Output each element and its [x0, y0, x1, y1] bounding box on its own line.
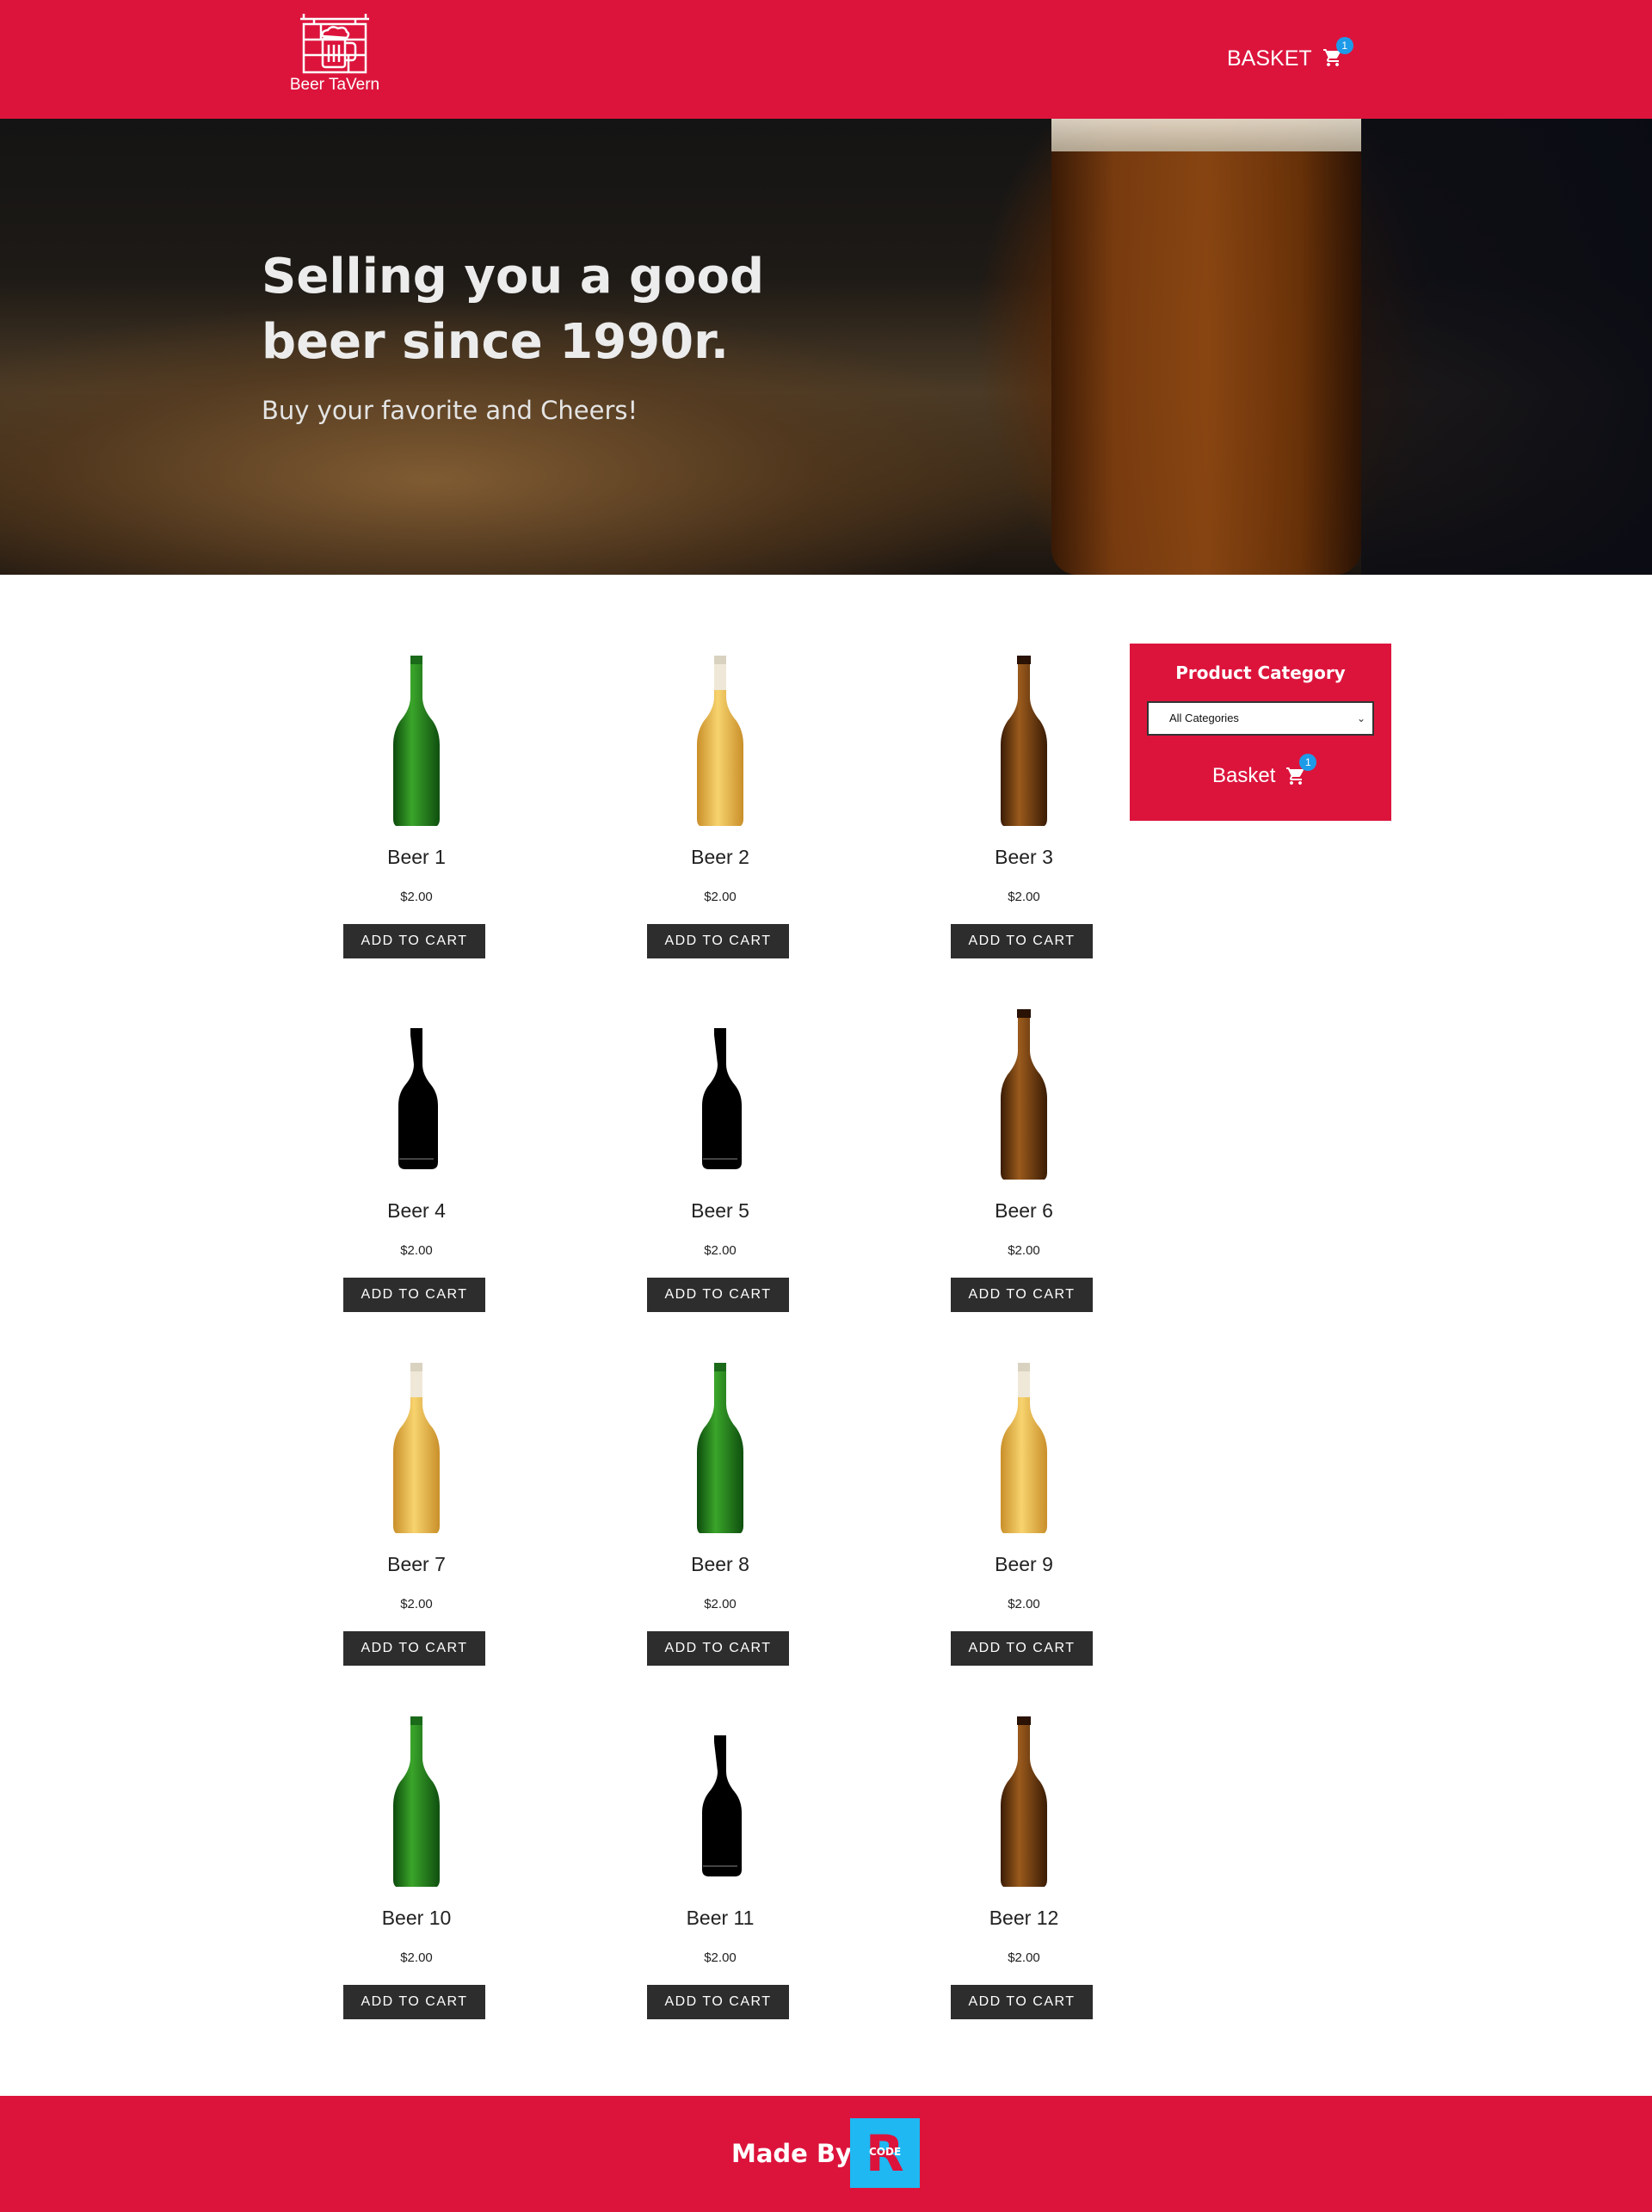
add-to-cart-button[interactable]: ADD TO CART — [343, 1278, 485, 1312]
brown-bottle-image[interactable] — [981, 654, 1067, 835]
product-price: $2.00 — [400, 1597, 433, 1611]
product-card: Beer 2 $2.00 ADD TO CART — [591, 637, 849, 981]
logo-text: Beer TaVern — [289, 76, 380, 94]
product-card: Beer 9 $2.00 ADD TO CART — [895, 1344, 1153, 1688]
black-bottle-image[interactable] — [373, 1007, 459, 1188]
add-to-cart-button[interactable]: ADD TO CART — [343, 1631, 485, 1666]
green-bottle-image[interactable] — [373, 654, 459, 835]
sidebar-cart-icon-wrap: 1 — [1285, 754, 1317, 786]
hero-subtitle: Buy your favorite and Cheers! — [262, 396, 638, 425]
product-price: $2.00 — [1008, 1597, 1040, 1611]
clear-bottle-image[interactable] — [373, 1361, 459, 1542]
product-name[interactable]: Beer 10 — [287, 1907, 546, 1930]
product-card: Beer 8 $2.00 ADD TO CART — [591, 1344, 849, 1688]
brown-bottle-image[interactable] — [981, 1715, 1067, 1895]
product-price: $2.00 — [400, 890, 433, 904]
product-name[interactable]: Beer 4 — [287, 1199, 546, 1223]
product-card: Beer 12 $2.00 ADD TO CART — [895, 1698, 1153, 2042]
product-price: $2.00 — [1008, 1243, 1040, 1258]
product-name[interactable]: Beer 6 — [895, 1199, 1153, 1223]
product-name[interactable]: Beer 2 — [591, 846, 849, 869]
category-select[interactable]: All Categories ⌄ — [1147, 701, 1374, 736]
black-bottle-image[interactable] — [677, 1715, 763, 1895]
product-price: $2.00 — [1008, 1950, 1040, 1965]
cart-icon-wrap: 1 — [1322, 37, 1353, 70]
rcode-logo[interactable]: R CODE — [850, 2118, 920, 2188]
sidebar-cart-count-badge: 1 — [1299, 754, 1317, 771]
add-to-cart-button[interactable]: ADD TO CART — [647, 924, 789, 958]
chevron-down-icon: ⌄ — [1356, 712, 1365, 724]
product-name[interactable]: Beer 1 — [287, 846, 546, 869]
cart-count-badge: 1 — [1335, 37, 1353, 54]
hero-banner: Selling you a good beer since 1990r. Buy… — [0, 119, 1652, 575]
product-card: Beer 6 $2.00 ADD TO CART — [895, 990, 1153, 1334]
add-to-cart-button[interactable]: ADD TO CART — [951, 1631, 1093, 1666]
clear-bottle-image[interactable] — [981, 1361, 1067, 1542]
beer-glass-image — [1051, 119, 1361, 575]
add-to-cart-button[interactable]: ADD TO CART — [647, 1985, 789, 2019]
clear-bottle-image[interactable] — [677, 654, 763, 835]
beer-foam-image — [1051, 119, 1361, 151]
green-bottle-image[interactable] — [677, 1361, 763, 1542]
product-price: $2.00 — [400, 1243, 433, 1258]
category-selected-value: All Categories — [1169, 712, 1239, 724]
add-to-cart-button[interactable]: ADD TO CART — [951, 924, 1093, 958]
product-name[interactable]: Beer 7 — [287, 1553, 546, 1576]
product-name[interactable]: Beer 9 — [895, 1553, 1153, 1576]
sidebar-title: Product Category — [1175, 662, 1346, 683]
product-card: Beer 1 $2.00 ADD TO CART — [287, 637, 546, 981]
made-by-label: Made By — [731, 2139, 852, 2168]
add-to-cart-button[interactable]: ADD TO CART — [951, 1985, 1093, 2019]
product-name[interactable]: Beer 12 — [895, 1907, 1153, 1930]
add-to-cart-button[interactable]: ADD TO CART — [343, 1985, 485, 2019]
product-price: $2.00 — [1008, 890, 1040, 904]
sidebar-basket-label: Basket — [1212, 764, 1276, 787]
product-card: Beer 7 $2.00 ADD TO CART — [287, 1344, 546, 1688]
product-price: $2.00 — [400, 1950, 433, 1965]
site-header: Beer TaVern BASKET 1 — [0, 0, 1652, 119]
hero-title: Selling you a good beer since 1990r. — [262, 249, 765, 370]
header-basket-label: BASKET — [1227, 46, 1312, 71]
sidebar-basket-link[interactable]: Basket 1 — [1212, 754, 1317, 788]
product-card: Beer 5 $2.00 ADD TO CART — [591, 990, 849, 1334]
product-card: Beer 11 $2.00 ADD TO CART — [591, 1698, 849, 2042]
category-sidebar: Product Category All Categories ⌄ Basket… — [1130, 644, 1391, 821]
product-price: $2.00 — [704, 1597, 737, 1611]
product-name[interactable]: Beer 5 — [591, 1199, 849, 1223]
product-name[interactable]: Beer 11 — [591, 1907, 849, 1930]
hero-background-shade — [1361, 119, 1652, 575]
add-to-cart-button[interactable]: ADD TO CART — [647, 1631, 789, 1666]
product-card: Beer 3 $2.00 ADD TO CART — [895, 637, 1153, 981]
rcode-logo-word: CODE — [869, 2146, 902, 2158]
site-footer: Made By R CODE — [0, 2096, 1652, 2212]
logo[interactable]: Beer TaVern — [289, 12, 380, 98]
header-basket-link[interactable]: BASKET 1 — [1227, 37, 1353, 74]
product-name[interactable]: Beer 3 — [895, 846, 1153, 869]
beer-mug-sign-icon — [300, 14, 369, 74]
product-price: $2.00 — [704, 1243, 737, 1258]
add-to-cart-button[interactable]: ADD TO CART — [343, 924, 485, 958]
product-name[interactable]: Beer 8 — [591, 1553, 849, 1576]
product-card: Beer 4 $2.00 ADD TO CART — [287, 990, 546, 1334]
product-price: $2.00 — [704, 1950, 737, 1965]
green-bottle-image[interactable] — [373, 1715, 459, 1895]
product-card: Beer 10 $2.00 ADD TO CART — [287, 1698, 546, 2042]
brown-bottle-image[interactable] — [981, 1007, 1067, 1188]
add-to-cart-button[interactable]: ADD TO CART — [647, 1278, 789, 1312]
black-bottle-image[interactable] — [677, 1007, 763, 1188]
product-price: $2.00 — [704, 890, 737, 904]
add-to-cart-button[interactable]: ADD TO CART — [951, 1278, 1093, 1312]
